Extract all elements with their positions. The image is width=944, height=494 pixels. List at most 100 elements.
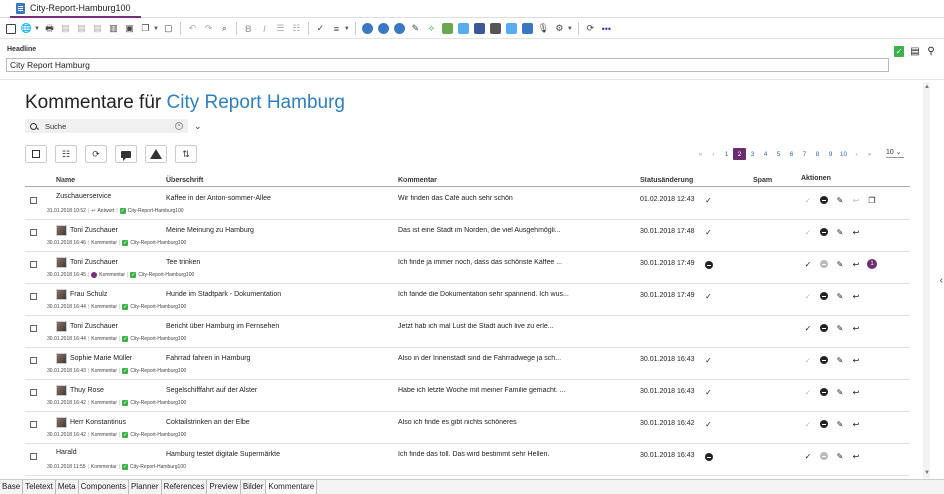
approve-icon[interactable]: ✓ [803,387,813,397]
block-icon[interactable] [819,419,829,429]
page-link[interactable]: » [863,148,876,160]
approve-icon[interactable]: ✓ [803,451,813,461]
facebook-icon[interactable] [473,22,486,35]
article-ref[interactable]: City-Report-Hamburg100 [130,336,186,342]
microphone-icon[interactable]: 🎙 [537,22,550,35]
table-row[interactable]: Frau Schulz Hunde im Stadtpark - Dokument… [25,284,910,316]
comment-text[interactable]: Ich fande die Dokumentation sehr spannen… [398,291,588,298]
table-row[interactable]: Toni Zuschauer Tee trinken Ich finde ja im… [25,252,910,284]
find-icon[interactable]: ⌕ [218,22,231,35]
row-checkbox[interactable] [30,389,37,396]
redo-icon[interactable]: ↷ [202,22,215,35]
table-row[interactable]: Toni Zuschauer Meine Meinung zu Hamburg Da… [25,220,910,252]
table-row[interactable]: Sophie Marie Müller Fahrrad fahren in Ham… [25,348,910,380]
edit-icon[interactable]: ✎ [835,355,845,365]
row-checkbox[interactable] [30,293,37,300]
table-row[interactable]: Thuy Rose Segelschifffahrt auf der Alster… [25,380,910,412]
search-field[interactable]: × [25,119,188,133]
per-page-select[interactable]: 10 ⌄ [886,148,904,158]
clear-icon[interactable]: × [175,122,183,130]
table-row[interactable]: Herr Konstantinus Coktailstrinken an der … [25,412,910,444]
tools-icon[interactable]: ⚙ [553,22,566,35]
select-all-button[interactable] [25,145,47,163]
chevron-down-icon[interactable]: ▼ [153,26,159,32]
page-link[interactable]: 4 [759,148,772,160]
article-ref[interactable]: City-Report-Hamburg100 [128,208,184,214]
row-checkbox[interactable] [30,261,37,268]
headline-input[interactable] [6,58,889,72]
block-icon[interactable] [819,227,829,237]
reply-icon[interactable]: ↩ [851,387,861,397]
author[interactable]: Zuschauerservice [56,193,111,200]
row-checkbox[interactable] [30,197,37,204]
comment-text[interactable]: Ich finde das toll. Das wird bestimmt se… [398,451,588,458]
author[interactable]: Toni Zuschauer [56,257,118,268]
row-checkbox[interactable] [30,357,37,364]
edit-icon[interactable]: ✎ [835,451,845,461]
edit-icon[interactable]: ✎ [835,387,845,397]
row-checkbox[interactable] [30,325,37,332]
row-checkbox[interactable] [30,229,37,236]
comment-text[interactable]: Das ist eine Stadt im Norden, die viel A… [398,227,588,234]
block-icon[interactable] [819,451,829,461]
comment-text[interactable]: Habe ich letzte Woche mit meiner Familie… [398,387,588,394]
comment-title[interactable]: Coktailstrinken an der Elbe [166,419,250,426]
tab-kommentare[interactable]: Kommentare [266,480,318,494]
numbered-list-icon[interactable]: ☷ [290,22,303,35]
tab-base[interactable]: Base [0,480,24,494]
comment-title[interactable]: Hamburg testet digitale Supermärkte [166,451,280,458]
undo-icon[interactable]: ↶ [186,22,199,35]
checkmark-icon[interactable]: ✓ [894,46,904,57]
instagram-icon[interactable] [489,22,502,35]
link-icon[interactable] [361,22,374,35]
reply-icon[interactable]: ↩ [851,355,861,365]
rtf-icon[interactable]: ▤ [75,22,88,35]
row-checkbox[interactable] [30,421,37,428]
comment-text[interactable]: Also in der Innenstadt sind die Fahrradw… [398,355,588,362]
twitter-icon[interactable] [457,22,470,35]
tab-preview[interactable]: Preview [207,480,241,494]
approve-icon[interactable]: ✓ [803,419,813,429]
chevron-down-icon[interactable]: ▼ [34,26,40,32]
spam-button[interactable] [145,145,167,163]
reply-icon[interactable]: ↩ [851,259,861,269]
article-ref[interactable]: City-Report-Hamburg100 [138,272,194,278]
copy-icon[interactable]: ❐ [139,22,152,35]
article-ref[interactable]: City-Report-Hamburg100 [130,368,186,374]
layout-icon[interactable]: ▥ [107,22,120,35]
arrow-left-circle-icon[interactable] [377,22,390,35]
align-icon[interactable]: ≡ [330,22,343,35]
chevron-left-icon[interactable]: ‹ [940,275,943,286]
chevron-down-icon[interactable]: ▼ [344,26,350,32]
table-row[interactable]: Toni Zuschauer Bericht über Hamburg im Fe… [25,316,910,348]
row-checkbox[interactable] [30,453,37,460]
copy-icon[interactable]: ❐ [867,195,877,205]
italic-icon[interactable]: I [258,22,271,35]
reply-icon[interactable]: ↩ [851,227,861,237]
page-link[interactable]: 5 [772,148,785,160]
edit-icon[interactable]: ✎ [835,419,845,429]
search-input[interactable] [45,121,175,131]
arrow-right-circle-icon[interactable] [393,22,406,35]
article-ref[interactable]: City-Report-Hamburg100 [130,400,186,406]
page-link[interactable]: 10 [837,148,850,160]
scroll-up-icon[interactable]: ▲ [924,84,930,90]
table-row[interactable]: Zuschauerservice Kaffee in der Anton-somm… [25,188,910,220]
preview-icon[interactable]: ▣ [123,22,136,35]
block-icon[interactable] [819,259,829,269]
comment-title[interactable]: Kaffee in der Anton-sommer-Allee [166,195,271,202]
tab-components[interactable]: Components [79,480,129,494]
page-link[interactable]: 1 [720,148,733,160]
edit-icon[interactable]: ✎ [835,195,845,205]
page-link[interactable]: 8 [811,148,824,160]
approve-icon[interactable]: ✓ [803,195,813,205]
comment-title[interactable]: Bericht über Hamburg im Fernsehen [166,323,279,330]
reply-icon[interactable]: ↩ [851,419,861,429]
author[interactable]: Toni Zuschauer [56,321,118,332]
comment-text[interactable]: Jetzt hab ich mal Lust die Stadt auch li… [398,323,588,330]
author[interactable]: Thuy Rose [56,385,104,396]
tab-planner[interactable]: Planner [129,480,162,494]
article-ref[interactable]: City-Report-Hamburg100 [130,432,186,438]
bold-icon[interactable]: B [242,22,255,35]
image-icon[interactable] [441,22,454,35]
